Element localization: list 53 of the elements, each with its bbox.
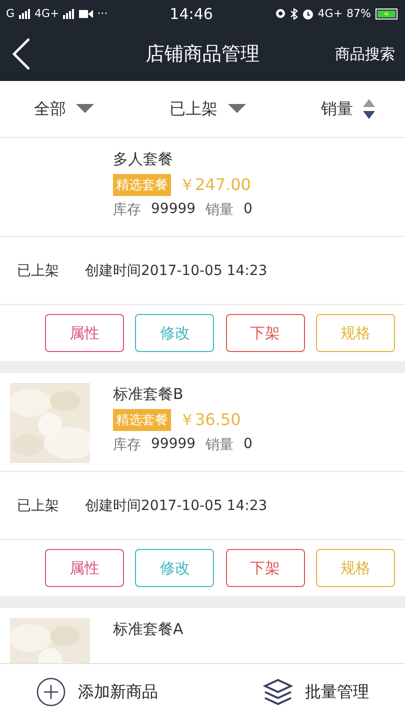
product-price: ￥36.50	[179, 410, 241, 430]
network-label: 4G+	[318, 7, 343, 20]
sort-button[interactable]: 销量	[321, 98, 375, 120]
action-button[interactable]: 修改	[135, 549, 214, 587]
created-time: 创建时间2017-10-05 14:23	[85, 262, 268, 280]
sales-label: 销量	[206, 436, 234, 454]
carrier-label: G	[6, 7, 15, 20]
sales-value: 0	[244, 201, 252, 219]
status-label: 已上架	[17, 262, 59, 280]
action-button[interactable]: 下架	[226, 549, 305, 587]
layers-icon	[263, 678, 293, 706]
action-button[interactable]: 修改	[135, 314, 214, 352]
stock-label: 库存	[113, 436, 141, 454]
filter-dropdown[interactable]: 全部	[34, 98, 94, 120]
rotation-lock-icon	[274, 8, 286, 19]
status-label: 已上架	[17, 496, 59, 514]
dropdown-caret-icon	[228, 104, 246, 114]
dropdown-caret-icon	[76, 104, 94, 114]
action-button[interactable]: 规格	[316, 549, 395, 587]
network-label: 4G+	[34, 7, 60, 20]
action-button[interactable]: 属性	[45, 314, 124, 352]
created-time: 创建时间2017-10-05 14:23	[85, 496, 268, 514]
batch-manage-label: 批量管理	[305, 682, 369, 702]
battery-percent: 87%	[346, 7, 371, 20]
product-name: 标准套餐A	[113, 620, 184, 639]
add-product-button[interactable]: 添加新商品	[36, 677, 158, 707]
batch-manage-button[interactable]: 批量管理	[263, 678, 369, 706]
sales-label: 销量	[206, 201, 234, 219]
signal-icon	[18, 8, 31, 18]
stock-value: 99999	[151, 201, 196, 219]
add-product-label: 添加新商品	[78, 682, 158, 702]
back-icon[interactable]	[10, 37, 32, 71]
stock-value: 99999	[151, 436, 196, 454]
product-price: ￥247.00	[179, 174, 251, 196]
action-button[interactable]: 规格	[316, 314, 395, 352]
bluetooth-icon	[290, 8, 298, 20]
page-title: 店铺商品管理	[144, 42, 260, 67]
stock-label: 库存	[113, 201, 141, 219]
plus-circle-icon	[36, 677, 66, 707]
category-tag: 精选套餐	[113, 174, 171, 196]
sales-value: 0	[244, 436, 252, 454]
category-tag: 精选套餐	[113, 409, 171, 431]
action-button[interactable]: 属性	[45, 549, 124, 587]
filter-dropdown[interactable]: 已上架	[170, 98, 246, 120]
more-label: ···	[97, 7, 108, 20]
video-camera-icon	[79, 8, 94, 18]
product-name: 多人套餐	[113, 150, 174, 169]
alarm-clock-icon	[302, 8, 314, 20]
search-link[interactable]: 商品搜索	[335, 44, 395, 64]
action-button[interactable]: 下架	[226, 314, 305, 352]
product-name: 标准套餐B	[113, 385, 184, 404]
clock-time: 14:46	[170, 4, 213, 22]
signal-icon	[63, 8, 76, 18]
